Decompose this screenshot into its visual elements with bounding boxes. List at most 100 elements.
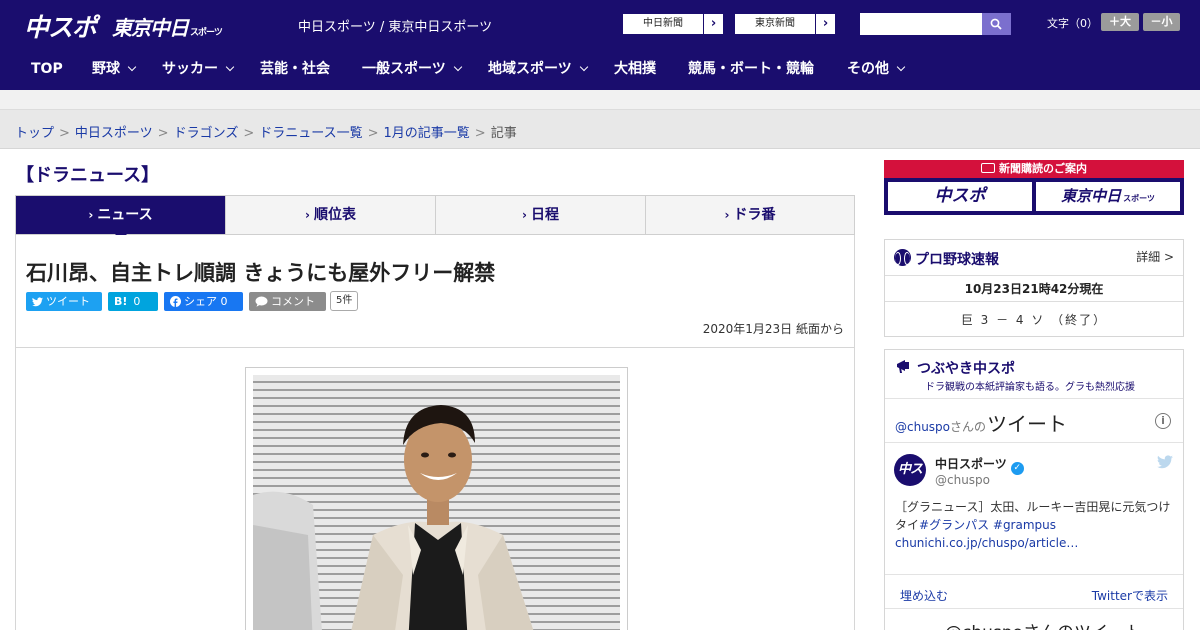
search-button[interactable] (982, 13, 1011, 35)
subscription-promo[interactable]: 新聞購読のご案内 中スポ 東京中日 スポーツ (884, 160, 1184, 215)
tab-schedule[interactable]: › 日程 (436, 196, 646, 234)
tokyo-shimbun-link[interactable]: 東京新聞 › (734, 13, 836, 35)
chevron-right-icon: › (88, 208, 94, 222)
twitter-bird-icon[interactable] (1157, 455, 1173, 469)
nav-other[interactable]: その他 (847, 48, 906, 90)
promo-title: 新聞購読のご案内 (884, 160, 1184, 178)
tweet-hashtags[interactable]: #グランパス #grampus (919, 518, 1056, 532)
tab-news[interactable]: › ニュース (16, 196, 226, 240)
timeline-heading-text: ツイート (987, 412, 1068, 436)
account-handle[interactable]: @chuspo (935, 473, 990, 487)
promo-chuspo-logo[interactable]: 中スポ (888, 182, 1032, 211)
breadcrumb: トップ > 中日スポーツ > ドラゴンズ > ドラニュース一覧 >1月の記事一覧 > 記事 (15, 122, 517, 141)
embed-link[interactable]: 埋め込む (900, 587, 948, 604)
view-on-twitter-link[interactable]: Twitterで表示 (1092, 587, 1168, 604)
account-avatar[interactable]: 中ス (894, 454, 926, 486)
nav-entertainment[interactable]: 芸能・社会 (260, 48, 330, 90)
font-smaller-button[interactable]: －小 (1143, 13, 1180, 31)
twitter-widget-title: つぶやき中スポ (917, 361, 1015, 377)
nav-sumo[interactable]: 大相撲 (614, 48, 656, 90)
tokyo-chunichi-logo-text: 東京中日 (112, 16, 189, 40)
nav-local-sports-label: 地域スポーツ (488, 61, 572, 77)
nav-soccer[interactable]: サッカー (162, 48, 235, 90)
newspaper-icon (981, 163, 995, 173)
nav-soccer-label: サッカー (162, 61, 218, 77)
nav-top-label: TOP (31, 61, 63, 77)
comment-button[interactable]: コメント (249, 292, 326, 311)
info-icon[interactable]: i (1155, 413, 1171, 429)
breadcrumb-dora-news-list[interactable]: ドラニュース一覧 (259, 126, 362, 141)
font-size-label: 文字（0） (1047, 17, 1098, 30)
tab-standings-label: 順位表 (313, 207, 356, 223)
section-title: 【ドラニュース】 (16, 165, 160, 186)
timeline-handle-suffix: さんの (950, 420, 987, 434)
search-input[interactable] (860, 13, 982, 35)
comment-bubble-icon (255, 296, 268, 307)
breadcrumb-chuspo[interactable]: 中日スポーツ (75, 126, 153, 141)
nav-top[interactable]: TOP (31, 48, 63, 90)
game-result[interactable]: 巨 3 － 4 ソ （終了） (885, 311, 1183, 328)
tweet-button[interactable]: ツイート (26, 292, 102, 311)
divider (16, 347, 854, 348)
chevron-right-icon: › (724, 208, 730, 222)
timeline-handle-link[interactable]: @chuspo (895, 420, 950, 434)
twitter-widget: つぶやき中スポ ドラ観戦の本紙評論家も語る。グラも熱烈応援 @chuspoさんの… (884, 349, 1184, 630)
breadcrumb-dragons[interactable]: ドラゴンズ (174, 126, 239, 141)
chevron-down-icon (225, 62, 235, 72)
nav-general-sports[interactable]: 一般スポーツ (362, 48, 462, 90)
tokyo-chunichi-logo-small: スポーツ (190, 28, 223, 38)
font-larger-button[interactable]: ＋大 (1101, 13, 1139, 31)
scores-timestamp: 10月23日21時42分現在 (964, 282, 1104, 296)
promo-tokyo-chunichi-logo[interactable]: 東京中日 スポーツ (1036, 182, 1180, 211)
comment-count[interactable]: 5件 (330, 291, 359, 311)
search-icon (990, 18, 1002, 30)
chunichi-shimbun-link[interactable]: 中日新聞 › (622, 13, 724, 35)
account-name-row[interactable]: 中日スポーツ ✓ (935, 455, 1024, 475)
hatena-bookmark-button[interactable]: B! 0 (108, 292, 158, 311)
twitter-widget-subtitle: ドラ観戦の本紙評論家も語る。グラも熱烈応援 (925, 382, 1135, 393)
spacer-strip (0, 90, 1200, 110)
nav-local-sports[interactable]: 地域スポーツ (488, 48, 588, 90)
divider (885, 442, 1183, 443)
verified-badge-icon: ✓ (1010, 462, 1024, 475)
facebook-icon (170, 296, 181, 307)
breadcrumb-separator: > (243, 126, 255, 141)
tab-standings[interactable]: › 順位表 (226, 196, 436, 234)
account-name: 中日スポーツ (935, 457, 1007, 471)
site-title: 中日スポーツ / 東京中日スポーツ (298, 20, 493, 35)
hatena-count: 0 (133, 295, 141, 308)
nav-baseball[interactable]: 野球 (92, 48, 137, 90)
search-box (860, 13, 1011, 35)
tokyo-chunichi-logo[interactable]: 東京中日 スポーツ (112, 12, 223, 41)
scores-detail-link[interactable]: 詳細 > (1136, 248, 1174, 265)
article: 石川昂、自主トレ順調 きょうにも屋外フリー解禁 ツイート B! 0 シェア 0 コ… (15, 235, 855, 630)
main-nav: TOP 野球 サッカー 芸能・社会 一般スポーツ 地域スポーツ 大相撲 競馬・ボ… (0, 48, 1200, 90)
nav-entertainment-label: 芸能・社会 (260, 61, 330, 77)
article-headline: 石川昂、自主トレ順調 きょうにも屋外フリー解禁 (26, 261, 496, 285)
nav-racing[interactable]: 競馬・ボート・競輪 (688, 48, 814, 90)
article-dateline: 2020年1月23日 紙面から (702, 322, 844, 336)
breadcrumb-bar: トップ > 中日スポーツ > ドラゴンズ > ドラニュース一覧 >1月の記事一覧 > 記事 (0, 110, 1200, 149)
breadcrumb-top[interactable]: トップ (15, 126, 54, 141)
tweet-button-label: ツイート (46, 295, 90, 308)
nav-other-label: その他 (847, 61, 889, 77)
tab-dora-ban[interactable]: › ドラ番 (646, 196, 854, 234)
divider (885, 608, 1183, 609)
article-photo-frame (245, 367, 628, 630)
facebook-share-button[interactable]: シェア 0 (164, 292, 243, 311)
tweet-link[interactable]: chunichi.co.jp/chuspo/article… (895, 536, 1078, 550)
chevron-down-icon (896, 62, 906, 72)
chuspo-logo[interactable]: 中スポ (24, 8, 97, 44)
article-tabs: › ニュース › 順位表 › 日程 › ドラ番 (15, 195, 855, 240)
breadcrumb-separator: > (367, 126, 379, 141)
divider (885, 574, 1183, 575)
breadcrumb-january-list[interactable]: 1月の記事一覧 (384, 126, 470, 141)
article-photo[interactable] (253, 375, 620, 630)
breadcrumb-separator: > (157, 126, 169, 141)
chevron-down-icon (579, 62, 588, 72)
chevron-down-icon (127, 62, 137, 72)
promo-tokyo-small: スポーツ (1123, 194, 1155, 203)
divider (885, 275, 1183, 276)
tab-schedule-label: 日程 (530, 207, 559, 223)
nav-racing-label: 競馬・ボート・競輪 (688, 61, 814, 77)
